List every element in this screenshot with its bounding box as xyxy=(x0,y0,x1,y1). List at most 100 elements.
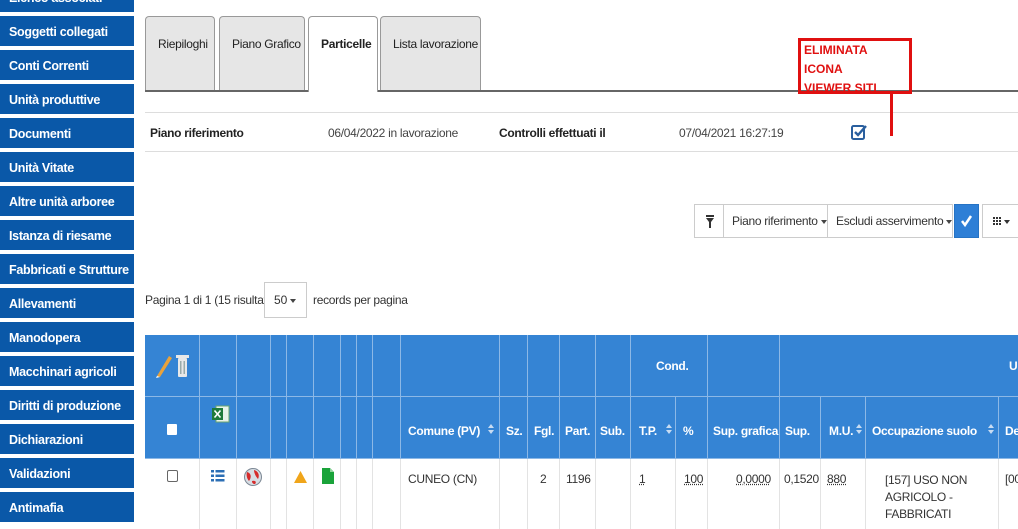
de-header[interactable]: De xyxy=(999,397,1018,459)
annotation-line-1: ELIMINATA ICONA xyxy=(804,43,868,76)
tp-cell: 1 xyxy=(631,459,676,529)
document-icon[interactable] xyxy=(322,468,334,484)
sort-icon xyxy=(665,424,673,436)
excel-icon[interactable] xyxy=(212,405,230,423)
mu-cell: 880 xyxy=(821,459,866,529)
sidebar-item[interactable]: Istanza di riesame xyxy=(0,220,134,252)
filter-button[interactable] xyxy=(694,204,724,238)
tab-riepiloghi[interactable]: Riepiloghi xyxy=(145,16,215,90)
header-blank xyxy=(500,335,528,397)
sidebar-item[interactable]: Documenti xyxy=(0,118,134,150)
sup-header[interactable]: Sup. xyxy=(780,397,821,459)
pencil-trash-icon xyxy=(156,355,189,378)
tab-label: Riepiloghi xyxy=(158,37,208,51)
pct-header[interactable]: % xyxy=(676,397,708,459)
detail-cell xyxy=(200,459,237,529)
sidebar-nav: Elenco associati Soggetti collegatiConti … xyxy=(0,0,134,529)
fgl-header-label: Fgl. xyxy=(534,424,555,438)
sidebar-item[interactable]: Diritti di produzione xyxy=(0,390,134,422)
sub-header-label: Sub. xyxy=(600,424,625,438)
fgl-header[interactable]: Fgl. xyxy=(528,397,560,459)
tab-label: Particelle xyxy=(321,37,372,51)
sidebar-item[interactable]: Fabbricati e Strutture xyxy=(0,254,134,286)
tab-piano-grafico[interactable]: Piano Grafico xyxy=(219,16,305,90)
sidebar-item[interactable]: Elenco associati xyxy=(0,0,134,14)
sidebar-item[interactable]: Unità Vitate xyxy=(0,152,134,184)
empty-cell xyxy=(271,459,287,529)
sidebar-item[interactable]: Conti Correnti xyxy=(0,50,134,82)
tp-header[interactable]: T.P. xyxy=(631,397,676,459)
tab-particelle[interactable]: Particelle xyxy=(308,16,378,92)
tab-lista-lavorazione[interactable]: Lista lavorazione xyxy=(380,16,481,90)
dropdown-label: Piano riferimento xyxy=(732,214,818,228)
select-all-checkbox[interactable] xyxy=(167,424,177,435)
sidebar-item[interactable]: Soggetti collegati xyxy=(0,16,134,48)
mu-value[interactable]: 880 xyxy=(827,472,846,486)
header-blank xyxy=(271,397,287,459)
sidebar-item[interactable]: Validazioni xyxy=(0,458,134,490)
list-icon[interactable] xyxy=(211,469,225,483)
row-checkbox[interactable] xyxy=(167,470,178,482)
pagination-summary: Pagina 1 di 1 (15 risultati) xyxy=(145,293,273,307)
header-blank xyxy=(341,335,357,397)
filter-icon xyxy=(706,215,714,228)
header-blank xyxy=(373,397,401,459)
globe-cell xyxy=(237,459,271,529)
piano-riferimento-dropdown[interactable]: Piano riferimento xyxy=(723,204,828,238)
sidebar-item[interactable]: Altre unità arboree xyxy=(0,186,134,218)
annotation-line-2: VIEWER SITI xyxy=(804,81,877,95)
sidebar-item[interactable]: Dichiarazioni xyxy=(0,424,134,456)
occupazione-header-label: Occupazione suolo xyxy=(872,424,977,438)
sup-grafica-value[interactable]: 0,0000 xyxy=(736,472,771,486)
sup-grafica-header[interactable]: Sup. grafica xyxy=(708,397,780,459)
mu-header-label: M.U. xyxy=(829,424,854,438)
records-per-page-label: records per pagina xyxy=(313,293,408,307)
tab-label: Lista lavorazione xyxy=(393,37,478,51)
select-all-header xyxy=(145,397,200,459)
header-blank xyxy=(560,335,596,397)
occupazione-header[interactable]: Occupazione suolo xyxy=(866,397,999,459)
sub-cell xyxy=(596,459,631,529)
warning-icon[interactable] xyxy=(294,471,307,483)
tp-value[interactable]: 1 xyxy=(639,472,646,486)
sz-header[interactable]: Sz. xyxy=(500,397,528,459)
part-header[interactable]: Part. xyxy=(560,397,596,459)
sidebar-item[interactable]: Manodopera xyxy=(0,322,134,354)
pct-value[interactable]: 100 xyxy=(684,472,703,486)
check-square-icon[interactable] xyxy=(850,123,868,141)
caret-down-icon xyxy=(820,219,827,224)
occupazione-line-2: AGRICOLO - xyxy=(885,490,953,504)
globe-icon[interactable] xyxy=(243,467,263,487)
caret-down-icon xyxy=(290,298,297,303)
sort-icon xyxy=(855,424,863,436)
comune-header[interactable]: Comune (PV) xyxy=(401,397,500,459)
pct-header-label: % xyxy=(683,424,694,438)
confirm-button[interactable] xyxy=(954,204,979,238)
sidebar-item[interactable]: Antimafia xyxy=(0,492,134,524)
info-row: Piano riferimento 06/04/2022 in lavorazi… xyxy=(145,112,1018,152)
sub-header[interactable]: Sub. xyxy=(596,397,631,459)
header-blank xyxy=(237,397,271,459)
empty-cell xyxy=(341,459,357,529)
dropdown-label: Escludi asservimento xyxy=(836,214,944,228)
header-blank xyxy=(357,397,373,459)
sidebar-item[interactable]: Macchinari agricoli xyxy=(0,356,134,388)
header-blank xyxy=(314,335,341,397)
sidebar-item[interactable]: Allevamenti xyxy=(0,288,134,320)
part-header-label: Part. xyxy=(565,424,591,438)
header-blank xyxy=(373,335,401,397)
header-blank xyxy=(200,335,237,397)
comune-cell: CUNEO (CN) xyxy=(401,459,500,529)
escludi-asservimento-dropdown[interactable]: Escludi asservimento xyxy=(827,204,953,238)
annotation-box: ELIMINATA ICONA VIEWER SITI xyxy=(798,38,912,95)
sup-header-label: Sup. xyxy=(785,424,810,438)
sort-icon xyxy=(487,424,495,436)
comune-header-label: Comune (PV) xyxy=(408,424,481,438)
sidebar-item[interactable]: Unità produttive xyxy=(0,84,134,116)
mu-header[interactable]: M.U. xyxy=(821,397,866,459)
columns-button[interactable] xyxy=(982,204,1018,238)
piano-riferimento-label: Piano riferimento xyxy=(150,126,244,140)
header-blank xyxy=(271,335,287,397)
page-size-select[interactable]: 50 xyxy=(264,282,307,318)
sup-cell: 0,1520 xyxy=(780,459,821,529)
